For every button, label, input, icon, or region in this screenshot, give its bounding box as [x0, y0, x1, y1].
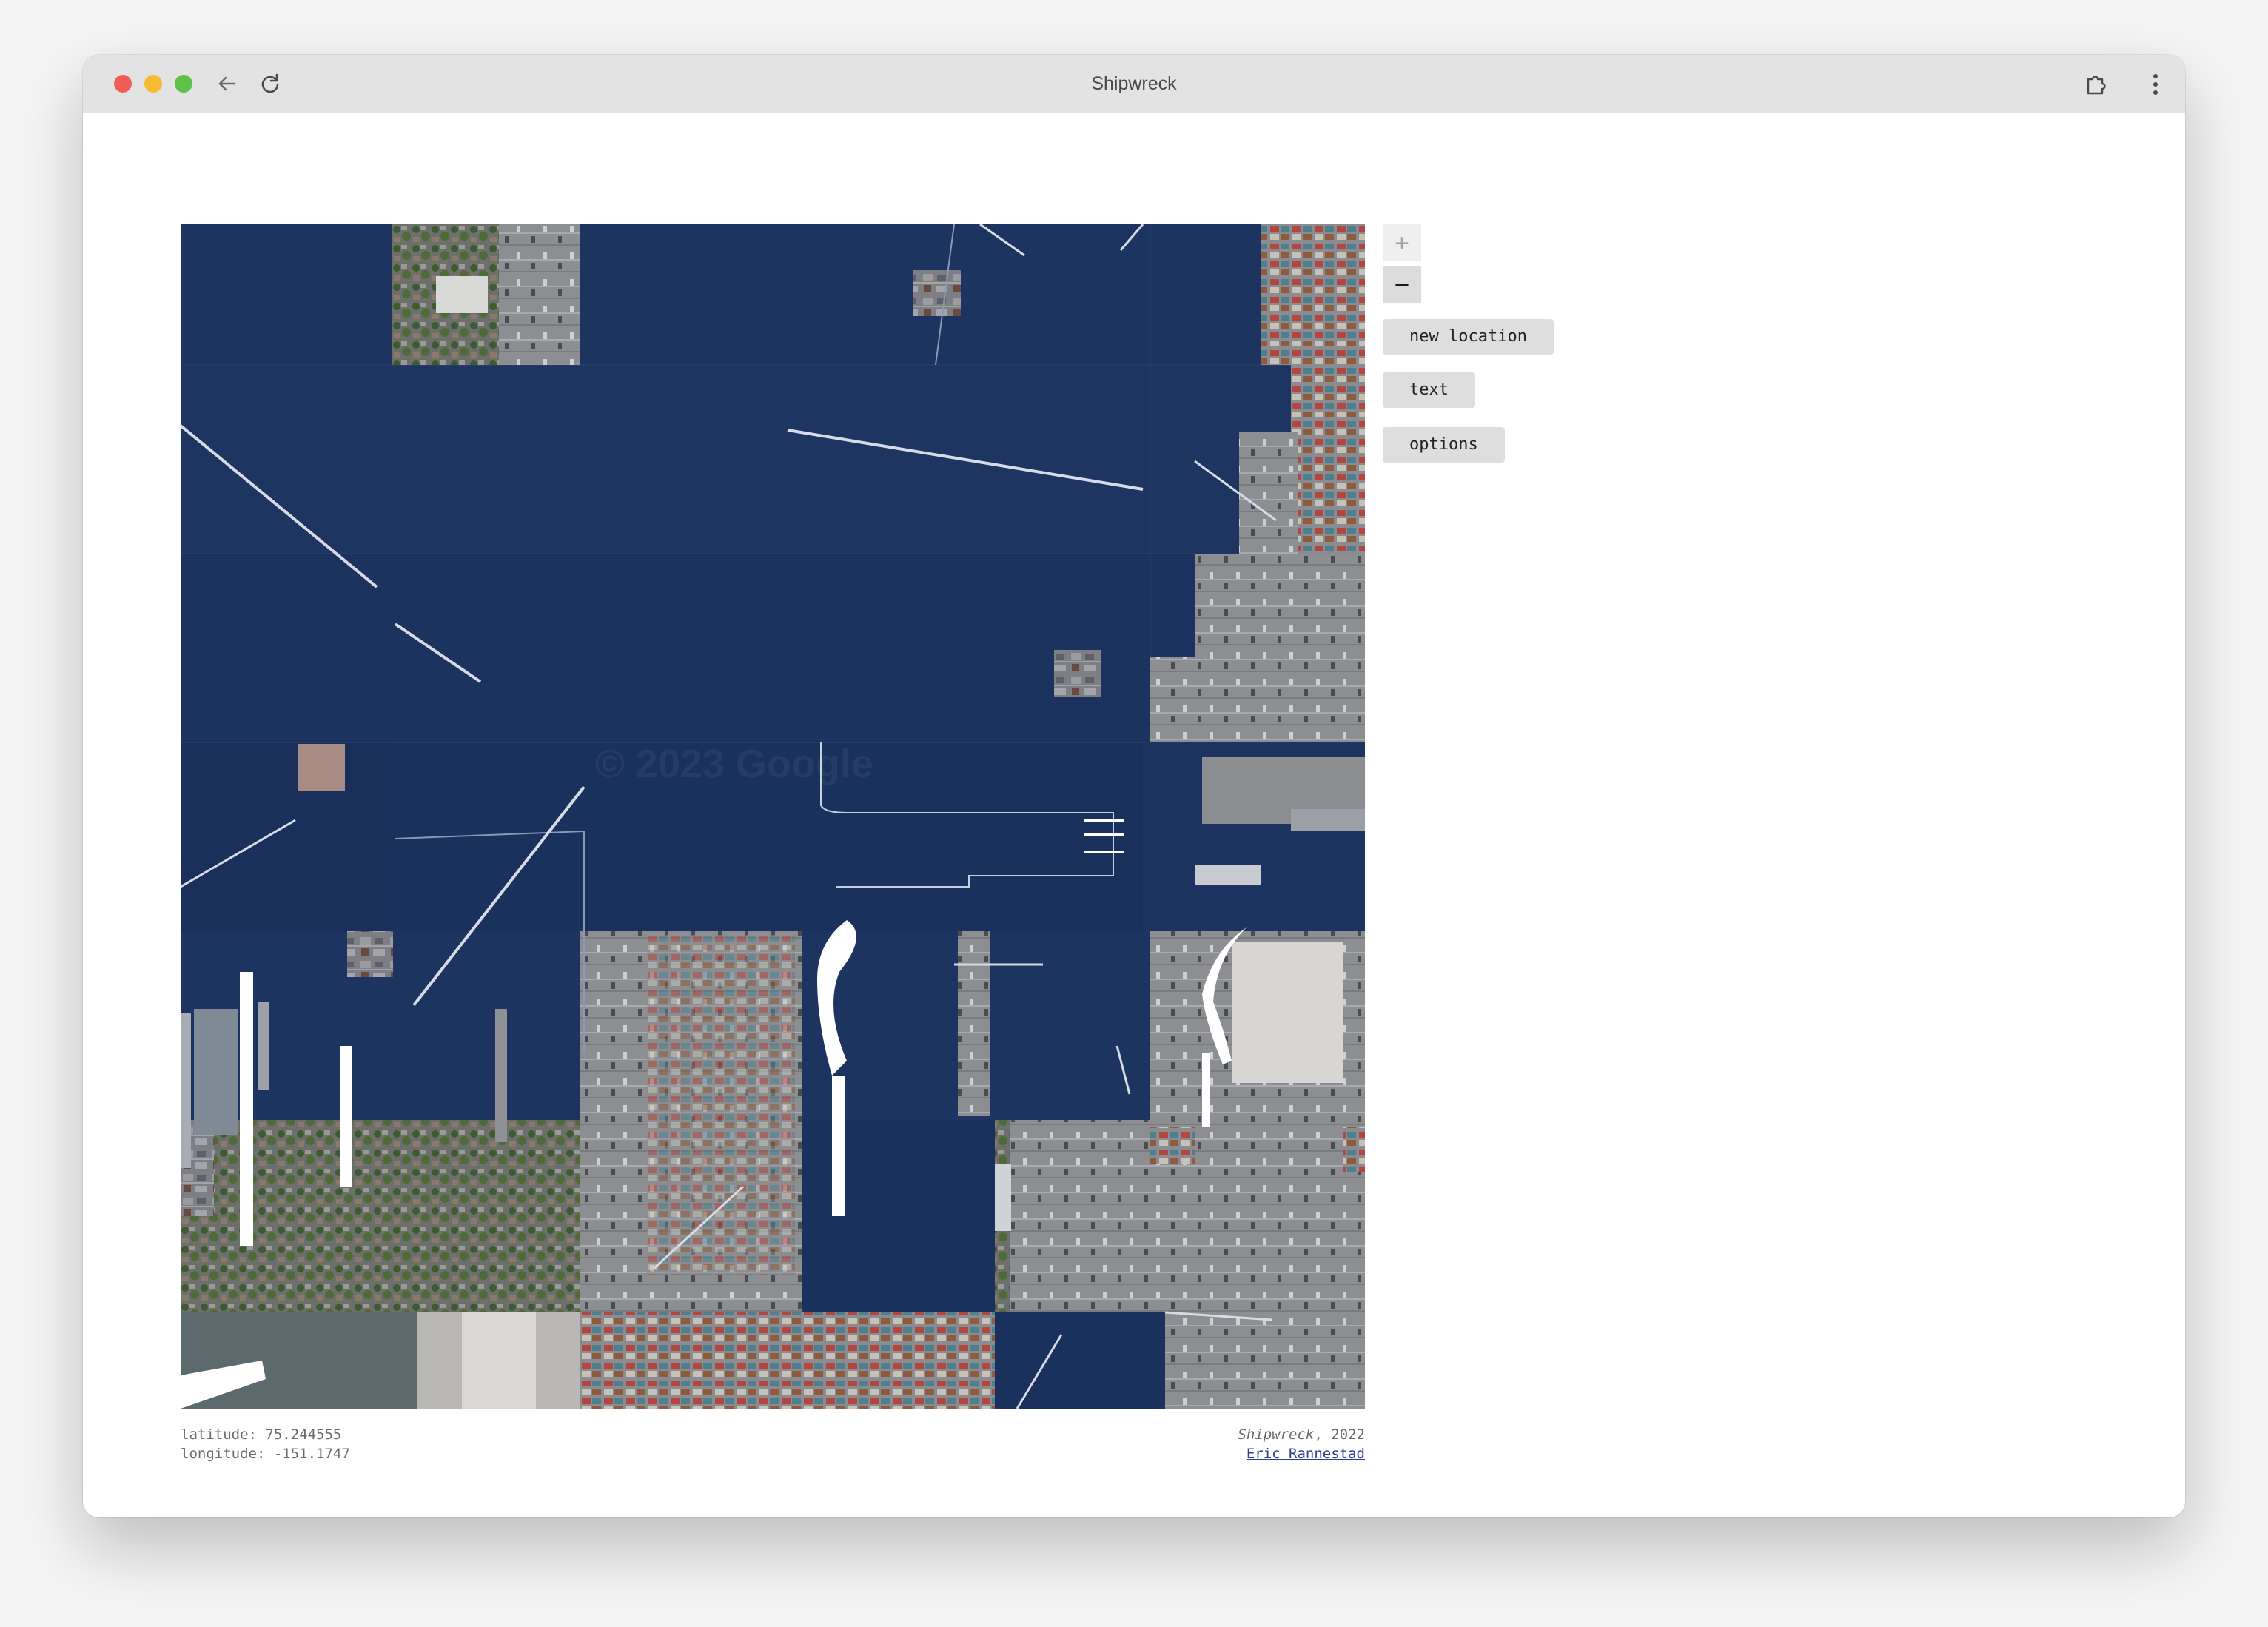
desktop-background: Shipwreck © 2023 Google + − new location… — [0, 0, 2268, 1627]
map-watermark: © 2023 Google — [595, 742, 873, 786]
page-content: © 2023 Google + − new location text opti… — [83, 113, 2185, 1517]
options-button[interactable]: options — [1383, 427, 1505, 463]
zoom-out-button[interactable]: − — [1383, 266, 1421, 303]
maximize-window-button[interactable] — [175, 75, 192, 93]
reload-icon[interactable] — [256, 70, 284, 98]
window-title: Shipwreck — [1091, 73, 1177, 94]
vertical-dots-menu-icon[interactable] — [2141, 70, 2170, 99]
text-button[interactable]: text — [1383, 372, 1475, 408]
author-link[interactable]: Eric Rannestad — [1247, 1446, 1365, 1462]
back-arrow-icon[interactable] — [213, 70, 241, 98]
work-title: Shipwreck — [1238, 1426, 1315, 1443]
puzzle-piece-icon[interactable] — [2081, 70, 2111, 99]
satellite-collage-map[interactable]: © 2023 Google — [181, 224, 1365, 1409]
zoom-in-button[interactable]: + — [1383, 224, 1421, 261]
work-year: , 2022 — [1314, 1426, 1365, 1443]
work-title-line: Shipwreck, 2022 — [1045, 1425, 1365, 1444]
new-location-button[interactable]: new location — [1383, 319, 1554, 355]
credits: Shipwreck, 2022 Eric Rannestad — [1045, 1425, 1365, 1463]
browser-window: Shipwreck © 2023 Google + − new location… — [83, 55, 2185, 1517]
title-bar: Shipwreck — [83, 55, 2185, 113]
close-window-button[interactable] — [114, 75, 132, 93]
coordinates-readout: latitude: 75.244555 longitude: -151.1747 — [181, 1425, 350, 1463]
minimize-window-button[interactable] — [144, 75, 162, 93]
longitude-readout: longitude: -151.1747 — [181, 1446, 350, 1462]
latitude-readout: latitude: 75.244555 — [181, 1426, 342, 1443]
